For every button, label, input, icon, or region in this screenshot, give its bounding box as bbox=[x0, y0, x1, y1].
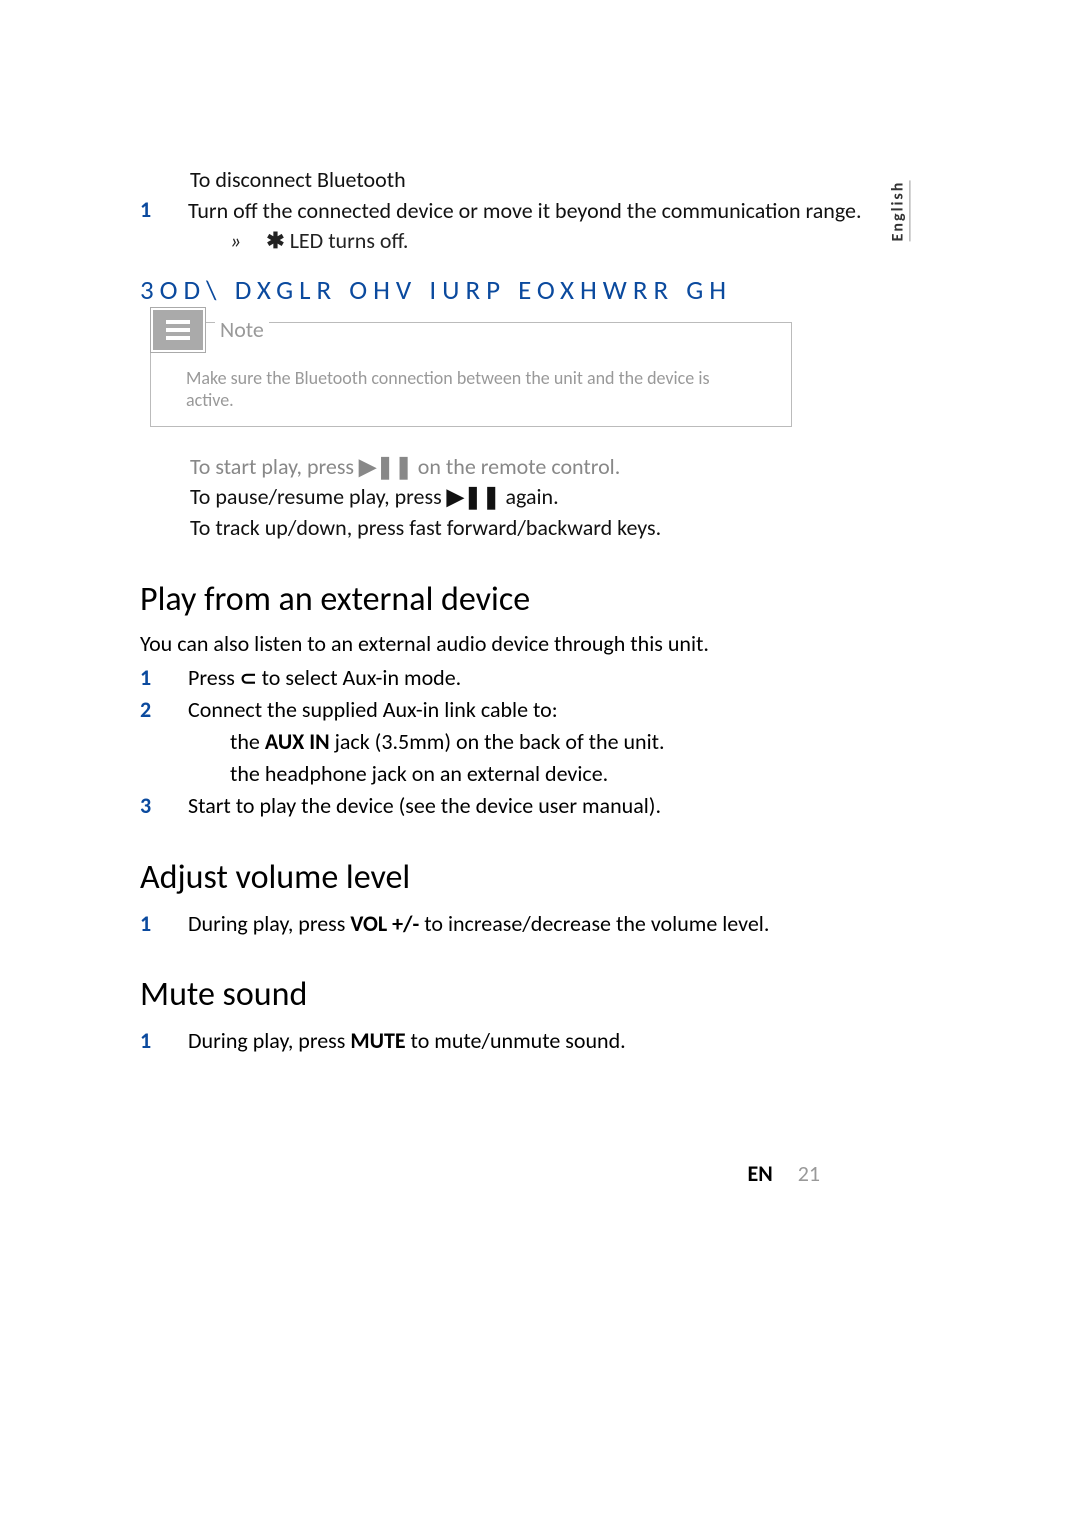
external-step1-num: 1 bbox=[140, 662, 158, 694]
language-tab: English bbox=[889, 181, 911, 242]
heading-external: Play from an external device bbox=[140, 579, 980, 620]
play-start-line: To start play, press ▶❚❚ on the remote c… bbox=[190, 452, 980, 483]
mute-key-label: MUTE bbox=[350, 1027, 405, 1054]
aux-in-label: AUX IN bbox=[265, 728, 330, 755]
pause-resume-post: again. bbox=[500, 483, 558, 510]
external-step3-num: 3 bbox=[140, 790, 158, 822]
sub1-post: jack (3.5mm) on the back of the unit. bbox=[330, 728, 665, 755]
note-icon bbox=[151, 308, 205, 352]
disconnect-result-text: LED turns off. bbox=[290, 227, 409, 254]
pause-resume-pre: To pause/resume play, press bbox=[190, 483, 447, 510]
bluetooth-icon: ✱ bbox=[266, 227, 284, 254]
garbled-section-heading: 3OD\ DXGLR OHV IURP EOXHWRR GH bbox=[140, 274, 980, 307]
play-pause-icon: ▶❚❚ bbox=[359, 453, 413, 480]
disconnect-result-line: » ✱ LED turns off. bbox=[230, 227, 980, 254]
pause-resume-line: To pause/resume play, press ▶❚❚ again. bbox=[190, 482, 980, 513]
vol-key-label: VOL +/- bbox=[350, 910, 419, 937]
volume-post: to increase/decrease the volume level. bbox=[419, 910, 769, 937]
mute-pre: During play, press bbox=[188, 1027, 350, 1054]
volume-pre: During play, press bbox=[188, 910, 350, 937]
disconnect-step-text: Turn off the connected device or move it… bbox=[188, 196, 862, 227]
external-step1-post: to select Aux-in mode. bbox=[257, 664, 462, 691]
volume-step1-num: 1 bbox=[140, 908, 158, 940]
external-step2-num: 2 bbox=[140, 694, 158, 726]
note-label: Note bbox=[215, 316, 269, 343]
disconnect-title: To disconnect Bluetooth bbox=[190, 165, 980, 196]
play-start-post: on the remote control. bbox=[413, 453, 620, 480]
play-start-pre: To start play, press bbox=[190, 453, 359, 480]
arrow-glyph: » bbox=[230, 227, 241, 254]
note-box: Note Make sure the Bluetooth connection … bbox=[150, 322, 792, 427]
external-step2-sub2: the headphone jack on an external device… bbox=[230, 758, 980, 790]
source-icon: ⊂ bbox=[240, 667, 257, 691]
external-step1-pre: Press bbox=[188, 664, 240, 691]
external-intro: You can also listen to an external audio… bbox=[140, 630, 980, 657]
page-footer: EN 21 bbox=[747, 1160, 820, 1187]
track-skip-line: To track up/down, press fast forward/bac… bbox=[190, 513, 980, 544]
external-step2-sub1: the AUX IN jack (3.5mm) on the back of t… bbox=[230, 726, 980, 758]
external-step2-text: Connect the supplied Aux-in link cable t… bbox=[188, 694, 980, 726]
heading-mute: Mute sound bbox=[140, 974, 980, 1015]
step-number-1: 1 bbox=[140, 196, 158, 223]
sub1-pre: the bbox=[230, 728, 265, 755]
external-step1-text: Press ⊂ to select Aux-in mode. bbox=[188, 662, 980, 694]
note-body: Make sure the Bluetooth connection betwe… bbox=[151, 352, 791, 411]
external-step3-text: Start to play the device (see the device… bbox=[188, 790, 980, 822]
mute-post: to mute/unmute sound. bbox=[406, 1027, 626, 1054]
footer-lang-code: EN bbox=[747, 1160, 772, 1187]
volume-step1-text: During play, press VOL +/- to increase/d… bbox=[188, 908, 980, 940]
mute-step1-num: 1 bbox=[140, 1025, 158, 1057]
mute-step1-text: During play, press MUTE to mute/unmute s… bbox=[188, 1025, 980, 1057]
footer-page-number: 21 bbox=[798, 1160, 820, 1187]
heading-volume: Adjust volume level bbox=[140, 857, 980, 898]
play-pause-icon-2: ▶❚❚ bbox=[447, 483, 501, 510]
